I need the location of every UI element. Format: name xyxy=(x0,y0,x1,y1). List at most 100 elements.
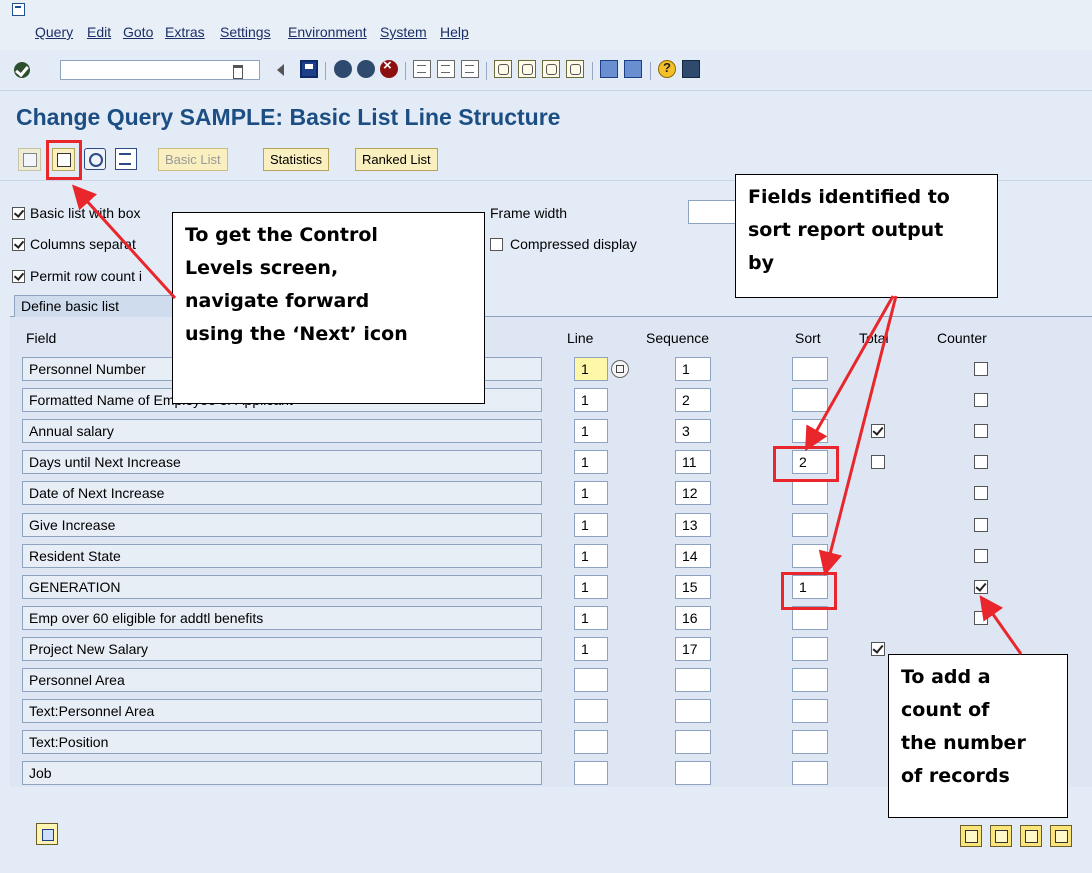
line-input[interactable]: 1 xyxy=(574,450,608,474)
basic-list-button[interactable]: Basic List xyxy=(158,148,228,171)
line-input[interactable]: 1 xyxy=(574,637,608,661)
next-icon-highlight xyxy=(46,140,82,180)
save-icon[interactable] xyxy=(300,60,318,78)
back-icon[interactable] xyxy=(334,60,352,78)
counter-checkbox[interactable] xyxy=(974,518,988,532)
line-input[interactable]: 1 xyxy=(574,419,608,443)
counter-checkbox[interactable] xyxy=(974,611,988,625)
sort-input[interactable] xyxy=(792,357,828,381)
insert-row-icon[interactable] xyxy=(36,823,58,845)
sort-input[interactable] xyxy=(792,699,828,723)
columns-separated-checkbox[interactable] xyxy=(12,238,25,251)
menu-settings[interactable]: Settings xyxy=(220,24,271,40)
sort-input[interactable] xyxy=(792,481,828,505)
line-input[interactable] xyxy=(574,761,608,785)
compressed-display-checkbox[interactable] xyxy=(490,238,503,251)
line-input[interactable]: 1 xyxy=(574,357,608,381)
line-input[interactable]: 1 xyxy=(574,388,608,412)
layout-menu-icon[interactable] xyxy=(682,60,700,78)
line-input[interactable]: 1 xyxy=(574,606,608,630)
table-row-field: Date of Next Increase xyxy=(22,481,542,505)
sort-input[interactable] xyxy=(792,419,828,443)
line-input[interactable]: 1 xyxy=(574,481,608,505)
shortcut-icon[interactable] xyxy=(624,60,642,78)
menu-help[interactable]: Help xyxy=(440,24,469,40)
sequence-input[interactable]: 16 xyxy=(675,606,711,630)
line-input[interactable]: 1 xyxy=(574,544,608,568)
sort-input[interactable] xyxy=(792,513,828,537)
counter-checkbox[interactable] xyxy=(974,549,988,563)
counter-checkbox[interactable] xyxy=(974,455,988,469)
exit-icon[interactable] xyxy=(357,60,375,78)
list-output-icon[interactable] xyxy=(115,148,137,170)
sequence-input[interactable] xyxy=(675,761,711,785)
sort-input[interactable] xyxy=(792,637,828,661)
ranked-list-button[interactable]: Ranked List xyxy=(355,148,438,171)
counter-checkbox[interactable] xyxy=(974,486,988,500)
print-icon[interactable] xyxy=(413,60,431,78)
enter-check-icon[interactable] xyxy=(14,62,30,78)
next-page-icon[interactable] xyxy=(542,60,560,78)
menu-system[interactable]: System xyxy=(380,24,427,40)
line-input[interactable]: 1 xyxy=(574,513,608,537)
sequence-input[interactable]: 2 xyxy=(675,388,711,412)
line-options-icon[interactable] xyxy=(611,360,629,378)
line-input[interactable] xyxy=(574,699,608,723)
sequence-input[interactable]: 13 xyxy=(675,513,711,537)
statistics-button[interactable]: Statistics xyxy=(263,148,330,171)
menu-edit[interactable]: Edit xyxy=(87,24,111,40)
sort-input[interactable] xyxy=(792,544,828,568)
sequence-input[interactable]: 15 xyxy=(675,575,711,599)
sort-input[interactable] xyxy=(792,668,828,692)
menu-environment[interactable]: Environment xyxy=(288,24,367,40)
counter-checkbox[interactable] xyxy=(974,580,988,594)
line-input[interactable]: 1 xyxy=(574,575,608,599)
toolbar-separator xyxy=(405,62,406,80)
table-row-field: Project New Salary xyxy=(22,637,542,661)
counter-checkbox[interactable] xyxy=(974,424,988,438)
field-selection-icon[interactable] xyxy=(84,148,106,170)
collapse-icon[interactable] xyxy=(277,64,284,76)
total-checkbox[interactable] xyxy=(871,424,885,438)
command-field[interactable] xyxy=(60,60,260,80)
find-next-icon[interactable] xyxy=(461,60,479,78)
sort-input[interactable] xyxy=(792,761,828,785)
next-page-icon[interactable] xyxy=(1020,825,1042,847)
total-checkbox[interactable] xyxy=(871,642,885,656)
previous-page-icon[interactable] xyxy=(990,825,1012,847)
system-menu-icon[interactable] xyxy=(12,3,25,16)
last-page-icon[interactable] xyxy=(566,60,584,78)
new-session-icon[interactable] xyxy=(600,60,618,78)
sort-input[interactable] xyxy=(792,388,828,412)
menu-goto[interactable]: Goto xyxy=(123,24,153,40)
sequence-input[interactable] xyxy=(675,699,711,723)
basic-list-with-box-checkbox[interactable] xyxy=(12,207,25,220)
tab-define-basic-list[interactable]: Define basic list xyxy=(14,295,174,317)
first-page-icon[interactable] xyxy=(494,60,512,78)
help-icon[interactable] xyxy=(658,60,676,78)
last-page-icon[interactable] xyxy=(1050,825,1072,847)
previous-page-icon[interactable] xyxy=(518,60,536,78)
sequence-input[interactable]: 14 xyxy=(675,544,711,568)
previous-screen-icon[interactable] xyxy=(18,148,41,171)
counter-checkbox[interactable] xyxy=(974,393,988,407)
cancel-icon[interactable] xyxy=(380,57,398,78)
line-input[interactable] xyxy=(574,668,608,692)
sequence-input[interactable] xyxy=(675,730,711,754)
total-checkbox[interactable] xyxy=(871,455,885,469)
find-icon[interactable] xyxy=(437,60,455,78)
command-history-icon[interactable] xyxy=(233,65,243,79)
sort-input[interactable] xyxy=(792,730,828,754)
sequence-input[interactable]: 1 xyxy=(675,357,711,381)
sequence-input[interactable]: 17 xyxy=(675,637,711,661)
sequence-input[interactable]: 3 xyxy=(675,419,711,443)
permit-row-count-checkbox[interactable] xyxy=(12,270,25,283)
sequence-input[interactable]: 12 xyxy=(675,481,711,505)
counter-checkbox[interactable] xyxy=(974,362,988,376)
menu-query[interactable]: Query xyxy=(35,24,73,40)
first-page-icon[interactable] xyxy=(960,825,982,847)
sequence-input[interactable] xyxy=(675,668,711,692)
line-input[interactable] xyxy=(574,730,608,754)
menu-extras[interactable]: Extras xyxy=(165,24,205,40)
sequence-input[interactable]: 11 xyxy=(675,450,711,474)
